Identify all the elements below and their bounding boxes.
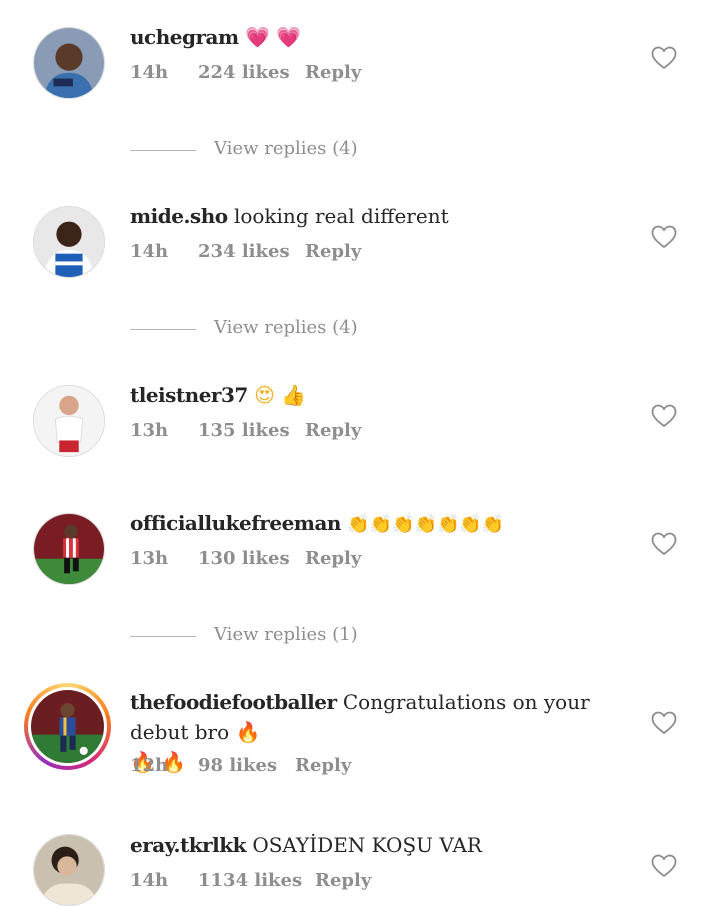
username[interactable]: mide.sho xyxy=(130,204,228,228)
comment-text: officiallukefreeman 👏👏👏👏👏👏👏 xyxy=(130,508,620,540)
reply-button[interactable]: Reply xyxy=(305,548,361,569)
avatar[interactable] xyxy=(33,206,105,278)
divider-line xyxy=(130,636,196,637)
view-replies[interactable]: View replies (1) xyxy=(130,624,390,648)
likes-count[interactable]: 1134 likes xyxy=(198,870,302,891)
comment-emoji: 💗 💗 xyxy=(245,25,302,49)
heart-icon[interactable] xyxy=(651,46,677,70)
comment-emoji: 😍 👍 xyxy=(254,383,307,407)
username[interactable]: tleistner37 xyxy=(130,383,248,407)
avatar xyxy=(28,687,107,766)
heart-icon[interactable] xyxy=(651,532,677,556)
reply-button[interactable]: Reply xyxy=(295,755,351,776)
comment-body: OSAYİDEN KOŞU VAR xyxy=(252,833,482,857)
username[interactable]: eray.tkrlkk xyxy=(130,833,246,857)
likes-count[interactable]: 130 likes xyxy=(198,548,290,569)
comment-text: uchegram 💗 💗 xyxy=(130,22,620,52)
username[interactable]: officiallukefreeman xyxy=(130,511,341,535)
divider-line xyxy=(130,329,196,330)
view-replies-label[interactable]: View replies (4) xyxy=(214,138,358,159)
heart-icon[interactable] xyxy=(651,225,677,249)
heart-icon[interactable] xyxy=(651,854,677,878)
heart-icon[interactable] xyxy=(651,404,677,428)
reply-button[interactable]: Reply xyxy=(305,420,361,441)
username[interactable]: uchegram xyxy=(130,25,239,49)
avatar[interactable] xyxy=(33,834,105,906)
timestamp: 13h xyxy=(130,420,169,441)
username[interactable]: thefoodiefootballer xyxy=(130,690,337,714)
timestamp: 14h xyxy=(130,241,169,262)
likes-count[interactable]: 135 likes xyxy=(198,420,290,441)
avatar[interactable] xyxy=(33,513,105,585)
timestamp: 14h xyxy=(130,62,169,83)
view-replies[interactable]: View replies (4) xyxy=(130,317,390,341)
avatar[interactable] xyxy=(33,27,105,99)
comment-body: looking real different xyxy=(233,204,449,228)
view-replies[interactable]: View replies (4) xyxy=(130,138,390,162)
comment-text: tleistner37 😍 👍 xyxy=(130,380,620,410)
divider-line xyxy=(130,150,196,151)
timestamp: 12h xyxy=(130,755,169,776)
comment-text: mide.sho looking real different xyxy=(130,201,620,231)
timestamp: 14h xyxy=(130,870,169,891)
likes-count[interactable]: 98 likes xyxy=(198,755,277,776)
view-replies-label[interactable]: View replies (1) xyxy=(214,624,358,645)
reply-button[interactable]: Reply xyxy=(305,241,361,262)
comment-text: eray.tkrlkk OSAYİDEN KOŞU VAR xyxy=(130,830,620,860)
likes-count[interactable]: 234 likes xyxy=(198,241,290,262)
avatar-story-ring[interactable] xyxy=(24,683,111,770)
avatar[interactable] xyxy=(33,385,105,457)
view-replies-label[interactable]: View replies (4) xyxy=(214,317,358,338)
timestamp: 13h xyxy=(130,548,169,569)
comment-emoji: 👏👏👏👏👏👏👏 xyxy=(347,514,505,535)
reply-button[interactable]: Reply xyxy=(315,870,371,891)
heart-icon[interactable] xyxy=(651,711,677,735)
likes-count[interactable]: 224 likes xyxy=(198,62,290,83)
reply-button[interactable]: Reply xyxy=(305,62,361,83)
fire-emoji: 🔥 xyxy=(235,720,261,744)
